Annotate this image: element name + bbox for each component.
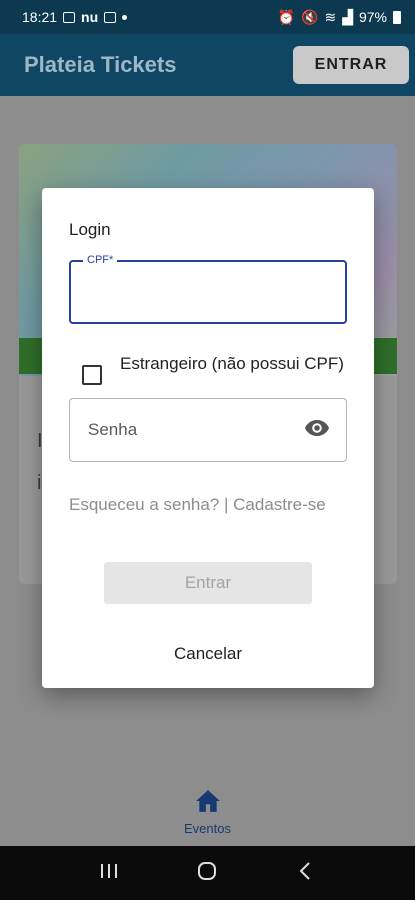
mute-icon: 🔇 — [301, 8, 319, 25]
wifi-icon: ≋ — [324, 8, 337, 25]
dialog-title: Login — [69, 220, 111, 239]
more-notifications-icon — [122, 14, 128, 20]
battery-icon — [393, 10, 401, 24]
foreigner-checkbox-row[interactable]: Estrangeiro (não possui CPF) — [82, 353, 350, 385]
message-notification-icon — [104, 11, 117, 23]
eye-icon[interactable] — [304, 419, 330, 442]
status-bar: 18:21 nu ⏰ 🔇 ≋ ▟ 97% — [0, 0, 415, 34]
battery-percentage: 97% — [358, 9, 387, 25]
bottom-nav-label: Eventos — [184, 820, 231, 836]
forgot-signup-links[interactable]: Esqueceu a senha? | Cadastre-se — [69, 490, 349, 520]
clock: 18:21 — [22, 9, 58, 25]
login-dialog: Login CPF* Estrangeiro (não possui CPF) … — [42, 188, 374, 688]
bottom-nav-item-eventos[interactable]: Eventos — [0, 778, 415, 846]
system-nav-bar — [0, 846, 415, 900]
alarm-icon: ⏰ — [277, 8, 296, 25]
password-placeholder: Senha — [88, 420, 138, 439]
submit-login-button[interactable]: Entrar — [104, 562, 312, 604]
home-button-icon[interactable] — [196, 860, 218, 887]
header-login-button[interactable]: ENTRAR — [293, 46, 409, 84]
foreigner-checkbox[interactable] — [82, 365, 102, 385]
cpf-field[interactable]: CPF* — [69, 254, 347, 324]
event-subtitle-fragment: i — [37, 472, 42, 494]
back-icon[interactable] — [295, 860, 317, 887]
foreigner-checkbox-label[interactable]: Estrangeiro (não possui CPF) — [120, 353, 350, 375]
app-bar: Plateia Tickets ENTRAR — [0, 34, 415, 96]
cancel-button[interactable]: Cancelar — [42, 644, 374, 664]
recent-apps-icon[interactable] — [98, 860, 120, 887]
signal-icon: ▟ — [342, 8, 353, 25]
gallery-notification-icon — [63, 11, 76, 23]
app-title: Plateia Tickets — [24, 52, 177, 77]
password-field[interactable]: Senha — [69, 398, 347, 462]
carrier-label: nu — [81, 9, 99, 25]
cpf-input[interactable] — [71, 262, 345, 322]
home-icon — [195, 789, 221, 818]
